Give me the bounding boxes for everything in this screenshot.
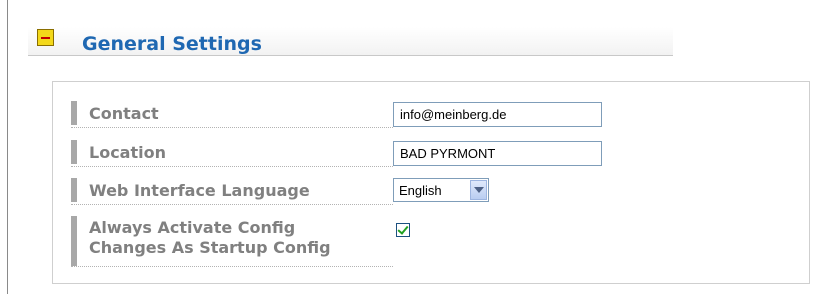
startup-config-checkbox[interactable] [396,223,410,237]
section-header: General Settings [28,27,673,56]
minus-icon[interactable] [37,29,54,46]
label-marker [71,101,77,125]
label-marker [71,178,77,202]
frame-border [7,0,8,294]
location-input[interactable]: BAD PYRMONT [393,141,602,166]
language-label: Web Interface Language [89,181,310,200]
contact-input[interactable]: info@meinberg.de [393,102,602,127]
label-marker [71,216,77,266]
language-select[interactable]: English [393,178,489,202]
label-divider [71,204,393,205]
language-select-value: English [399,183,442,198]
label-divider [71,166,393,167]
contact-label: Contact [89,104,159,123]
settings-panel: Contact info@meinberg.de Location BAD PY… [52,81,810,284]
label-divider [71,127,393,128]
label-divider [71,266,393,267]
label-marker [71,140,77,164]
location-label: Location [89,143,166,162]
startup-label-line2: Changes As Startup Config [89,238,331,257]
section-title: General Settings [82,33,262,55]
chevron-down-icon[interactable] [470,180,487,200]
startup-label-line1: Always Activate Config [89,218,296,237]
